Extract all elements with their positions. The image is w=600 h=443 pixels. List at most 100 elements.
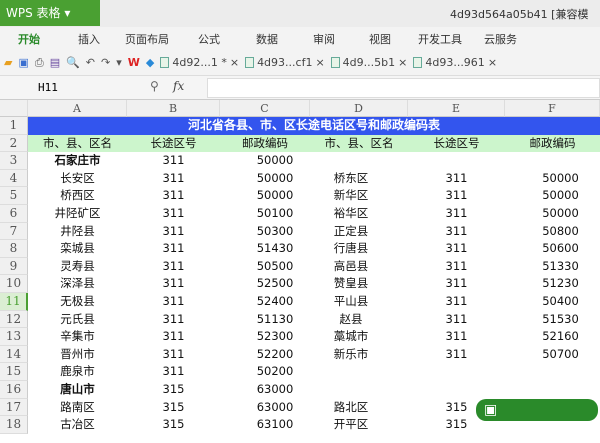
row-header[interactable]: 16 <box>0 381 28 399</box>
row-header[interactable]: 6 <box>0 205 28 223</box>
table-cell[interactable]: 50600 <box>513 240 600 258</box>
column-header[interactable]: D <box>310 100 408 117</box>
table-cell[interactable]: 50000 <box>513 205 600 223</box>
menu-7[interactable]: 开发工具 <box>418 31 462 47</box>
select-all-corner[interactable] <box>0 100 28 117</box>
table-cell[interactable]: 栾城县 <box>28 240 127 258</box>
close-tab-icon[interactable]: × <box>315 56 324 69</box>
row-header[interactable]: 10 <box>0 275 28 293</box>
row-header[interactable]: 14 <box>0 345 28 364</box>
menu-3[interactable]: 公式 <box>198 31 220 47</box>
column-header[interactable]: C <box>220 100 310 117</box>
table-cell[interactable]: 51530 <box>513 311 600 329</box>
table-cell[interactable]: 50000 <box>513 187 600 205</box>
menu-0[interactable]: 开始 <box>18 31 40 47</box>
table-cell[interactable]: 311 <box>127 311 220 329</box>
dropdown-icon[interactable]: ▾ <box>116 56 122 69</box>
table-cell[interactable]: 高邑县 <box>302 258 400 276</box>
column-header[interactable]: F <box>505 100 600 117</box>
table-cell[interactable]: 桥东区 <box>302 170 400 188</box>
table-cell[interactable]: 行唐县 <box>302 240 400 258</box>
document-tab[interactable]: 4d92...1 * × <box>160 56 239 69</box>
table-cell[interactable]: 路南区 <box>28 399 127 417</box>
table-cell[interactable]: 路北区 <box>302 399 400 417</box>
table-cell[interactable]: 新华区 <box>302 187 400 205</box>
menu-5[interactable]: 审阅 <box>313 31 335 47</box>
row-header[interactable]: 12 <box>0 310 28 329</box>
table-cell[interactable]: 晋州市 <box>28 346 127 364</box>
row-header[interactable]: 18 <box>0 416 28 434</box>
table-cell[interactable]: 311 <box>127 240 220 258</box>
fx-icon[interactable]: fx <box>173 79 184 93</box>
row-header[interactable]: 3 <box>0 152 28 170</box>
zoom-icon[interactable]: ⚲ <box>150 79 159 93</box>
table-cell[interactable]: 311 <box>127 346 220 364</box>
column-header[interactable]: E <box>408 100 505 117</box>
table-cell[interactable]: 315 <box>127 381 220 399</box>
column-label-cell[interactable]: 长途区号 <box>408 135 505 153</box>
table-cell[interactable]: 311 <box>408 346 505 364</box>
table-cell[interactable]: 311 <box>408 328 505 346</box>
table-cell[interactable]: 鹿泉市 <box>28 363 127 381</box>
table-cell[interactable]: 311 <box>127 187 220 205</box>
column-label-cell[interactable]: 邮政编码 <box>505 135 600 153</box>
table-cell[interactable]: 井陉矿区 <box>28 205 127 223</box>
table-cell[interactable]: 311 <box>408 170 505 188</box>
menu-8[interactable]: 云服务 <box>484 31 517 47</box>
table-cell[interactable]: 井陉县 <box>28 223 127 241</box>
table-cell[interactable]: 深泽县 <box>28 275 127 293</box>
table-cell[interactable]: 315 <box>127 416 220 434</box>
wps-logo-icon[interactable]: W <box>128 56 140 69</box>
table-cell[interactable]: 50800 <box>513 223 600 241</box>
redo-icon[interactable]: ↷ <box>101 56 110 69</box>
column-label-cell[interactable]: 市、县、区名 <box>28 135 127 153</box>
table-cell[interactable]: 开平区 <box>302 416 400 434</box>
table-cell[interactable]: 裕华区 <box>302 205 400 223</box>
table-cell[interactable]: 311 <box>408 205 505 223</box>
table-cell[interactable]: 311 <box>127 258 220 276</box>
table-cell[interactable]: 315 <box>127 399 220 417</box>
table-cell[interactable]: 311 <box>127 152 220 170</box>
table-cell[interactable] <box>408 381 505 399</box>
menu-2[interactable]: 页面布局 <box>125 31 169 47</box>
close-tab-icon[interactable]: × <box>488 56 497 69</box>
table-cell[interactable] <box>302 152 400 170</box>
open-icon[interactable]: ▰ <box>4 56 12 69</box>
row-header[interactable]: 15 <box>0 363 28 381</box>
column-header[interactable]: A <box>28 100 127 117</box>
table-cell[interactable]: 新乐市 <box>302 346 400 364</box>
wps-app-menu-button[interactable]: WPS 表格 ▾ <box>0 0 100 26</box>
table-cell[interactable]: 311 <box>408 311 505 329</box>
table-cell[interactable] <box>408 363 505 381</box>
table-cell[interactable]: 唐山市 <box>28 381 127 399</box>
table-cell[interactable]: 311 <box>408 275 505 293</box>
table-cell[interactable]: 辛集市 <box>28 328 127 346</box>
column-label-cell[interactable]: 市、县、区名 <box>310 135 408 153</box>
table-cell[interactable]: 51230 <box>513 275 600 293</box>
table-cell[interactable]: 石家庄市 <box>28 152 127 170</box>
table-cell[interactable] <box>408 152 505 170</box>
table-cell[interactable] <box>513 363 600 381</box>
menu-4[interactable]: 数据 <box>256 31 278 47</box>
table-cell[interactable]: 311 <box>408 187 505 205</box>
row-header[interactable]: 4 <box>0 169 28 188</box>
row-header[interactable]: 5 <box>0 187 28 205</box>
row-header[interactable]: 1 <box>0 117 28 135</box>
document-tab[interactable]: 4d93...cf1 × <box>245 56 325 69</box>
table-cell[interactable]: 灵寿县 <box>28 258 127 276</box>
undo-icon[interactable]: ↶ <box>86 56 95 69</box>
row-header[interactable]: 2 <box>0 134 28 153</box>
table-cell[interactable]: 311 <box>127 293 220 311</box>
table-cell[interactable]: 平山县 <box>302 293 400 311</box>
column-label-cell[interactable]: 邮政编码 <box>220 135 310 153</box>
close-tab-icon[interactable]: × <box>398 56 407 69</box>
name-box[interactable]: H11 ▾ <box>0 78 100 114</box>
print-preview-icon[interactable]: 🔍 <box>66 56 80 69</box>
table-cell[interactable]: 长安区 <box>28 170 127 188</box>
table-cell[interactable]: 赵县 <box>302 311 400 329</box>
table-cell[interactable]: 51330 <box>513 258 600 276</box>
table-cell[interactable]: 52160 <box>513 328 600 346</box>
row-header[interactable]: 11 <box>0 293 28 311</box>
print-icon[interactable]: ▤ <box>50 56 60 69</box>
menu-1[interactable]: 插入 <box>78 31 100 47</box>
